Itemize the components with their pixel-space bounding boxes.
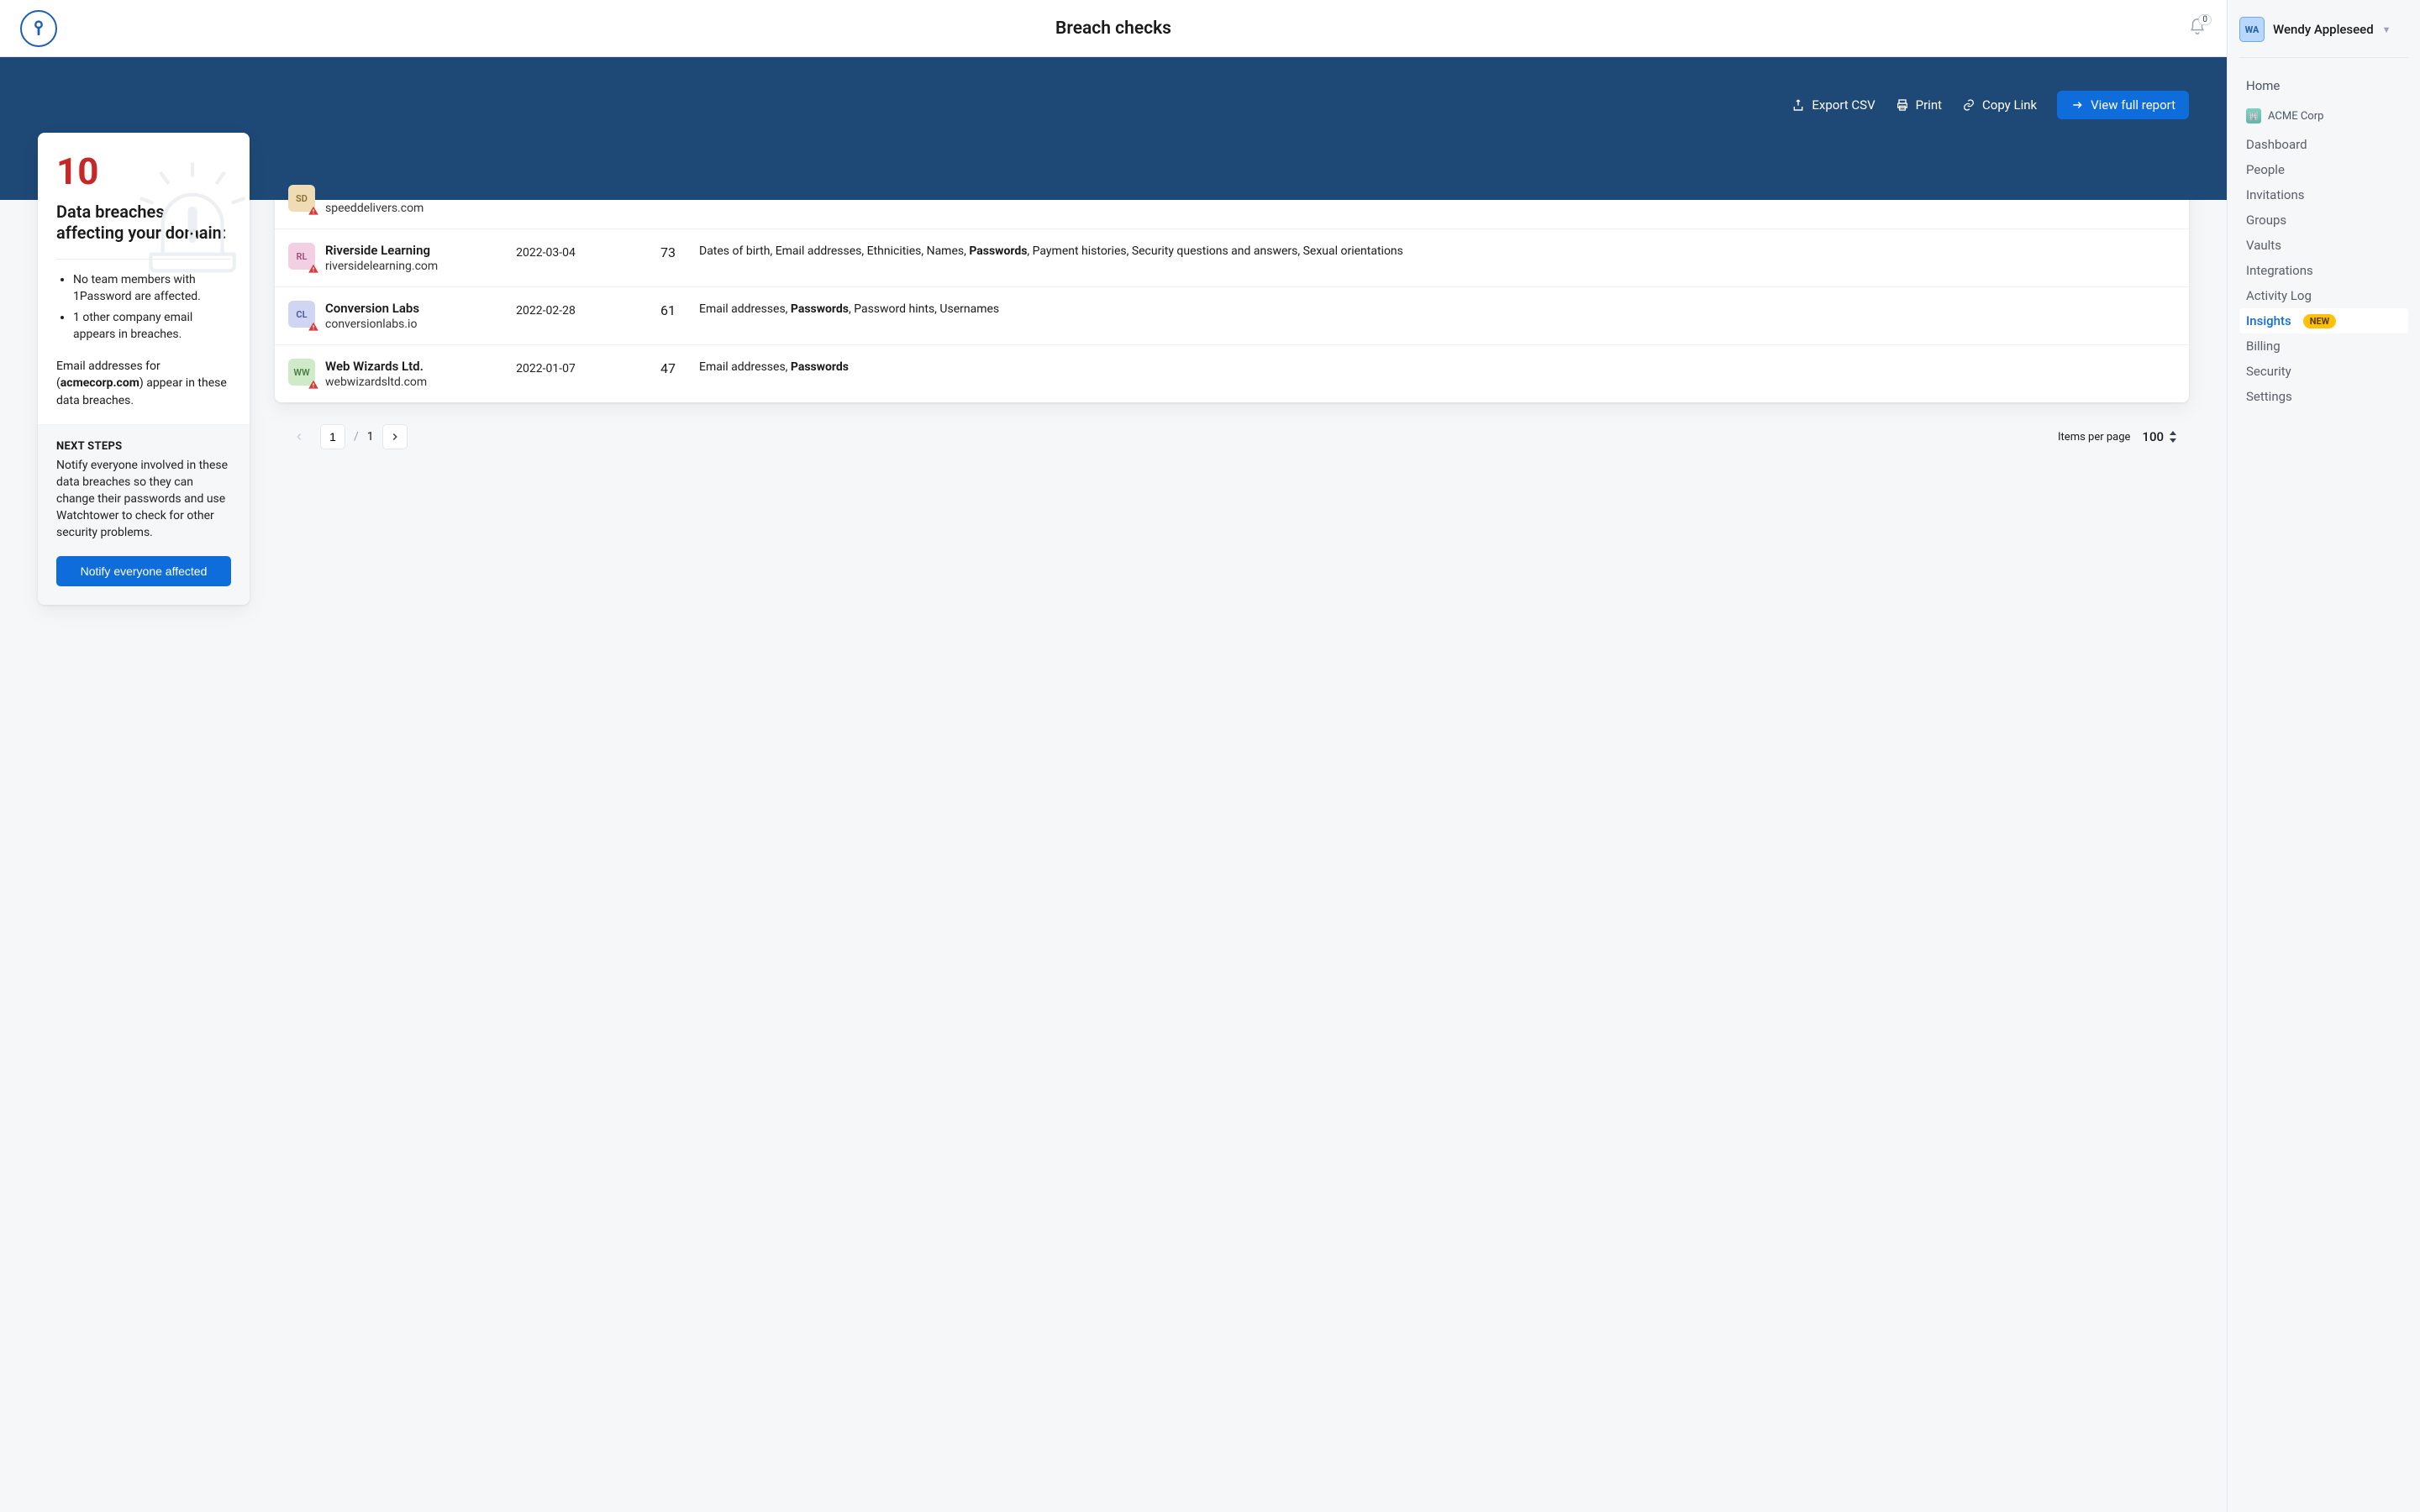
notify-everyone-button[interactable]: Notify everyone affected <box>56 556 231 586</box>
sidebar-item-label: Insights <box>2246 313 2291 328</box>
sidebar-item-groups[interactable]: Groups <box>2239 207 2408 233</box>
breach-date: 2022-01-07 <box>485 359 607 389</box>
view-full-report-label: View full report <box>2091 97 2175 113</box>
alert-triangle-icon <box>308 321 319 333</box>
table-row[interactable]: RL Riverside Learning riversidelearning.co… <box>275 229 2189 287</box>
sidebar-item-settings[interactable]: Settings <box>2239 384 2408 409</box>
next-steps-label: NEXT STEPS <box>56 440 231 453</box>
breach-data-compromised: Dates of birth, Email addresses, Ethnici… <box>699 243 2189 273</box>
sidebar-item-activity-log[interactable]: Activity Log <box>2239 283 2408 308</box>
items-per-page-select[interactable]: 100 <box>2142 429 2177 444</box>
sidebar-item-integrations[interactable]: Integrations <box>2239 258 2408 283</box>
summary-point: 1 other company email appears in breache… <box>73 309 231 344</box>
breach-domain: speeddelivers.com <box>325 202 439 215</box>
items-per-page-label: Items per page <box>2058 431 2130 444</box>
sidebar-item-label: Invitations <box>2246 187 2304 202</box>
sidebar-item-billing[interactable]: Billing <box>2239 333 2408 359</box>
summary-heading: Data breaches affecting your domain: <box>56 202 231 244</box>
view-full-report-button[interactable]: View full report <box>2057 91 2189 119</box>
sidebar-item-label: Activity Log <box>2246 288 2312 303</box>
breach-domain: riversidelearning.com <box>325 260 438 273</box>
breach-badge: WW <box>288 359 315 386</box>
notifications-button[interactable]: 0 <box>2188 18 2207 39</box>
user-name: Wendy Appleseed <box>2273 22 2374 37</box>
breach-date: 2022-02-28 <box>485 301 607 331</box>
summary-point: No team members with 1Password are affec… <box>73 271 231 306</box>
pagination: / 1 Items per page 100 <box>275 409 2189 449</box>
print-button[interactable]: Print <box>1896 97 1942 113</box>
breach-name: Riverside Learning <box>325 243 438 258</box>
next-page-button[interactable] <box>382 424 408 449</box>
nav-sidebar: WA Wendy Appleseed ▼ Home 🏢 ACME Corp Da… <box>2227 0 2420 1512</box>
breach-date: 2022-03-04 <box>485 243 607 273</box>
sidebar-item-invitations[interactable]: Invitations <box>2239 182 2408 207</box>
sidebar-item-label: Dashboard <box>2246 137 2307 152</box>
page-total: 1 <box>367 430 374 444</box>
app-logo-icon[interactable] <box>20 10 57 47</box>
breach-badge: CL <box>288 301 315 328</box>
sidebar-item-people[interactable]: People <box>2239 157 2408 182</box>
breach-members: 61 <box>607 301 699 331</box>
page-title: Breach checks <box>1055 18 1171 39</box>
sidebar-item-insights[interactable]: Insights NEW <box>2239 308 2408 333</box>
new-badge: NEW <box>2303 314 2337 328</box>
export-csv-label: Export CSV <box>1812 97 1875 113</box>
breach-members: 73 <box>607 243 699 273</box>
breach-count: 10 <box>56 153 231 190</box>
breach-badge: SD <box>288 185 315 212</box>
user-menu[interactable]: WA Wendy Appleseed ▼ <box>2239 17 2408 58</box>
page-input[interactable] <box>320 424 345 449</box>
breach-members: 47 <box>607 359 699 389</box>
breach-badge: RL <box>288 243 315 270</box>
stepper-icon <box>2169 431 2177 443</box>
breach-name: Conversion Labs <box>325 301 419 316</box>
alert-triangle-icon <box>308 379 319 391</box>
prev-page-button <box>287 424 312 449</box>
sidebar-item-label: People <box>2246 162 2285 177</box>
export-csv-button[interactable]: Export CSV <box>1791 97 1875 113</box>
sidebar-item-security[interactable]: Security <box>2239 359 2408 384</box>
sidebar-item-vaults[interactable]: Vaults <box>2239 233 2408 258</box>
sidebar-item-label: Billing <box>2246 339 2281 354</box>
summary-card: 10 Data breaches affecting your domain: … <box>38 133 250 605</box>
alert-triangle-icon <box>308 263 319 275</box>
hero-band: Export CSV Print Copy Link View full rep… <box>0 57 2227 200</box>
sidebar-item-label: Vaults <box>2246 238 2281 253</box>
alert-triangle-icon <box>308 205 319 217</box>
app-header: Breach checks 0 <box>0 0 2227 57</box>
nav-home[interactable]: Home <box>2239 73 2408 98</box>
summary-email-line: Email addresses for (acmecorp.com) appea… <box>56 358 231 409</box>
company-icon: 🏢 <box>2246 108 2261 123</box>
sidebar-item-label: Settings <box>2246 389 2292 404</box>
next-steps-text: Notify everyone involved in these data b… <box>56 458 231 541</box>
chevron-down-icon: ▼ <box>2382 24 2391 35</box>
sidebar-item-label: Integrations <box>2246 263 2313 278</box>
breach-data-compromised: Email addresses, Passwords, Password hin… <box>699 301 2189 331</box>
table-row[interactable]: CL Conversion Labs conversionlabs.io 2022-0… <box>275 287 2189 345</box>
breach-domain: conversionlabs.io <box>325 318 419 331</box>
sidebar-item-dashboard[interactable]: Dashboard <box>2239 132 2408 157</box>
breach-name: Web Wizards Ltd. <box>325 359 427 374</box>
copy-link-label: Copy Link <box>1982 97 2037 113</box>
breach-domain: webwizardsltd.com <box>325 375 427 389</box>
nav-company[interactable]: 🏢 ACME Corp <box>2239 103 2408 129</box>
user-avatar: WA <box>2239 17 2265 42</box>
notifications-count: 0 <box>2198 14 2212 25</box>
table-row[interactable]: WW Web Wizards Ltd.webwizardsltd.com 2022-… <box>275 345 2189 402</box>
copy-link-button[interactable]: Copy Link <box>1962 97 2037 113</box>
sidebar-item-label: Groups <box>2246 213 2286 228</box>
sidebar-item-label: Security <box>2246 364 2291 379</box>
breach-data-compromised: Email addresses, Passwords <box>699 359 2189 389</box>
print-label: Print <box>1916 97 1942 113</box>
